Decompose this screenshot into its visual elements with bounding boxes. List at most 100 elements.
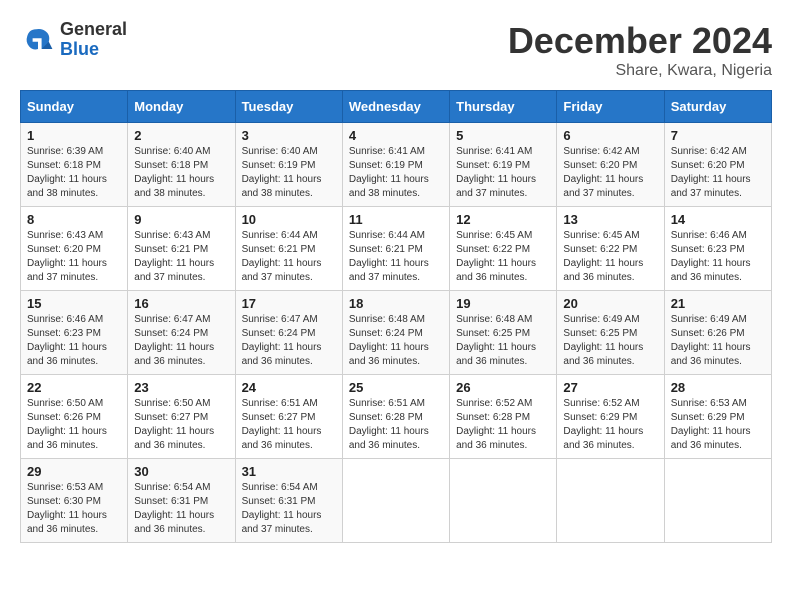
day-info: Sunrise: 6:50 AM Sunset: 6:27 PM Dayligh…: [134, 397, 228, 453]
calendar-day-cell: 27 Sunrise: 6:52 AM Sunset: 6:29 PM Dayli…: [557, 375, 664, 459]
day-number: 28: [671, 380, 765, 395]
day-number: 30: [134, 464, 228, 479]
day-number: 3: [242, 128, 336, 143]
day-info: Sunrise: 6:48 AM Sunset: 6:25 PM Dayligh…: [456, 313, 550, 369]
calendar-day-cell: 31Sunrise: 6:54 AM Sunset: 6:31 PM Dayli…: [235, 459, 342, 543]
calendar-day-cell: [664, 459, 771, 543]
day-number: 6: [563, 128, 657, 143]
calendar-week-row: 15 Sunrise: 6:46 AM Sunset: 6:23 PM Dayli…: [21, 291, 772, 375]
day-info: Sunrise: 6:49 AM Sunset: 6:25 PM Dayligh…: [563, 313, 657, 369]
day-number: 7: [671, 128, 765, 143]
calendar-week-row: 1Sunrise: 6:39 AM Sunset: 6:18 PM Daylig…: [21, 123, 772, 207]
day-number: 29: [27, 464, 121, 479]
calendar-day-cell: 7 Sunrise: 6:42 AM Sunset: 6:20 PM Daylig…: [664, 123, 771, 207]
logo-general-text: General: [60, 19, 127, 39]
calendar-day-cell: 8 Sunrise: 6:43 AM Sunset: 6:20 PM Daylig…: [21, 207, 128, 291]
day-number: 19: [456, 296, 550, 311]
day-info: Sunrise: 6:40 AM Sunset: 6:19 PM Dayligh…: [242, 145, 336, 201]
day-info: Sunrise: 6:43 AM Sunset: 6:21 PM Dayligh…: [134, 229, 228, 285]
day-of-week-header: Tuesday: [235, 91, 342, 123]
calendar-body: 1Sunrise: 6:39 AM Sunset: 6:18 PM Daylig…: [21, 123, 772, 543]
day-header-row: SundayMondayTuesdayWednesdayThursdayFrid…: [21, 91, 772, 123]
calendar-day-cell: 29Sunrise: 6:53 AM Sunset: 6:30 PM Dayli…: [21, 459, 128, 543]
day-info: Sunrise: 6:40 AM Sunset: 6:18 PM Dayligh…: [134, 145, 228, 201]
calendar-day-cell: 9 Sunrise: 6:43 AM Sunset: 6:21 PM Daylig…: [128, 207, 235, 291]
day-info: Sunrise: 6:46 AM Sunset: 6:23 PM Dayligh…: [27, 313, 121, 369]
subtitle: Share, Kwara, Nigeria: [508, 62, 772, 80]
day-number: 15: [27, 296, 121, 311]
calendar-week-row: 8 Sunrise: 6:43 AM Sunset: 6:20 PM Daylig…: [21, 207, 772, 291]
day-number: 27: [563, 380, 657, 395]
calendar-day-cell: 28 Sunrise: 6:53 AM Sunset: 6:29 PM Dayli…: [664, 375, 771, 459]
logo-icon: [20, 22, 56, 58]
day-info: Sunrise: 6:42 AM Sunset: 6:20 PM Dayligh…: [671, 145, 765, 201]
calendar-day-cell: 1Sunrise: 6:39 AM Sunset: 6:18 PM Daylig…: [21, 123, 128, 207]
day-number: 17: [242, 296, 336, 311]
day-info: Sunrise: 6:47 AM Sunset: 6:24 PM Dayligh…: [134, 313, 228, 369]
day-number: 26: [456, 380, 550, 395]
day-info: Sunrise: 6:41 AM Sunset: 6:19 PM Dayligh…: [456, 145, 550, 201]
calendar-day-cell: 12 Sunrise: 6:45 AM Sunset: 6:22 PM Dayli…: [450, 207, 557, 291]
day-info: Sunrise: 6:53 AM Sunset: 6:29 PM Dayligh…: [671, 397, 765, 453]
day-number: 16: [134, 296, 228, 311]
calendar-day-cell: 5 Sunrise: 6:41 AM Sunset: 6:19 PM Daylig…: [450, 123, 557, 207]
day-of-week-header: Monday: [128, 91, 235, 123]
day-number: 5: [456, 128, 550, 143]
calendar-day-cell: 20 Sunrise: 6:49 AM Sunset: 6:25 PM Dayli…: [557, 291, 664, 375]
day-of-week-header: Sunday: [21, 91, 128, 123]
day-number: 12: [456, 212, 550, 227]
day-number: 2: [134, 128, 228, 143]
calendar-week-row: 22Sunrise: 6:50 AM Sunset: 6:26 PM Dayli…: [21, 375, 772, 459]
day-info: Sunrise: 6:41 AM Sunset: 6:19 PM Dayligh…: [349, 145, 443, 201]
calendar-day-cell: 11 Sunrise: 6:44 AM Sunset: 6:21 PM Dayli…: [342, 207, 449, 291]
day-number: 4: [349, 128, 443, 143]
day-number: 25: [349, 380, 443, 395]
calendar-day-cell: 13Sunrise: 6:45 AM Sunset: 6:22 PM Dayli…: [557, 207, 664, 291]
day-info: Sunrise: 6:45 AM Sunset: 6:22 PM Dayligh…: [456, 229, 550, 285]
calendar-day-cell: 17 Sunrise: 6:47 AM Sunset: 6:24 PM Dayli…: [235, 291, 342, 375]
day-info: Sunrise: 6:52 AM Sunset: 6:29 PM Dayligh…: [563, 397, 657, 453]
day-number: 11: [349, 212, 443, 227]
page-header: General Blue December 2024 Share, Kwara,…: [20, 20, 772, 80]
logo-blue-text: Blue: [60, 39, 99, 59]
calendar-day-cell: 30 Sunrise: 6:54 AM Sunset: 6:31 PM Dayli…: [128, 459, 235, 543]
calendar-day-cell: 10Sunrise: 6:44 AM Sunset: 6:21 PM Dayli…: [235, 207, 342, 291]
day-info: Sunrise: 6:51 AM Sunset: 6:27 PM Dayligh…: [242, 397, 336, 453]
day-info: Sunrise: 6:47 AM Sunset: 6:24 PM Dayligh…: [242, 313, 336, 369]
day-number: 20: [563, 296, 657, 311]
calendar-day-cell: [342, 459, 449, 543]
calendar-day-cell: 25 Sunrise: 6:51 AM Sunset: 6:28 PM Dayli…: [342, 375, 449, 459]
day-info: Sunrise: 6:52 AM Sunset: 6:28 PM Dayligh…: [456, 397, 550, 453]
day-info: Sunrise: 6:43 AM Sunset: 6:20 PM Dayligh…: [27, 229, 121, 285]
day-info: Sunrise: 6:42 AM Sunset: 6:20 PM Dayligh…: [563, 145, 657, 201]
main-title: December 2024: [508, 20, 772, 62]
day-info: Sunrise: 6:54 AM Sunset: 6:31 PM Dayligh…: [134, 481, 228, 537]
day-number: 14: [671, 212, 765, 227]
calendar-day-cell: 15 Sunrise: 6:46 AM Sunset: 6:23 PM Dayli…: [21, 291, 128, 375]
day-of-week-header: Friday: [557, 91, 664, 123]
day-info: Sunrise: 6:39 AM Sunset: 6:18 PM Dayligh…: [27, 145, 121, 201]
calendar-day-cell: 23 Sunrise: 6:50 AM Sunset: 6:27 PM Dayli…: [128, 375, 235, 459]
calendar-table: SundayMondayTuesdayWednesdayThursdayFrid…: [20, 90, 772, 543]
day-info: Sunrise: 6:54 AM Sunset: 6:31 PM Dayligh…: [242, 481, 336, 537]
day-info: Sunrise: 6:49 AM Sunset: 6:26 PM Dayligh…: [671, 313, 765, 369]
calendar-day-cell: 4 Sunrise: 6:41 AM Sunset: 6:19 PM Daylig…: [342, 123, 449, 207]
day-number: 23: [134, 380, 228, 395]
day-info: Sunrise: 6:44 AM Sunset: 6:21 PM Dayligh…: [349, 229, 443, 285]
day-number: 9: [134, 212, 228, 227]
calendar-day-cell: 26 Sunrise: 6:52 AM Sunset: 6:28 PM Dayli…: [450, 375, 557, 459]
calendar-day-cell: 16 Sunrise: 6:47 AM Sunset: 6:24 PM Dayli…: [128, 291, 235, 375]
calendar-day-cell: 21Sunrise: 6:49 AM Sunset: 6:26 PM Dayli…: [664, 291, 771, 375]
calendar-week-row: 29Sunrise: 6:53 AM Sunset: 6:30 PM Dayli…: [21, 459, 772, 543]
day-number: 22: [27, 380, 121, 395]
calendar-day-cell: 3 Sunrise: 6:40 AM Sunset: 6:19 PM Daylig…: [235, 123, 342, 207]
day-number: 24: [242, 380, 336, 395]
day-number: 18: [349, 296, 443, 311]
calendar-day-cell: 18 Sunrise: 6:48 AM Sunset: 6:24 PM Dayli…: [342, 291, 449, 375]
day-info: Sunrise: 6:48 AM Sunset: 6:24 PM Dayligh…: [349, 313, 443, 369]
calendar-day-cell: 19 Sunrise: 6:48 AM Sunset: 6:25 PM Dayli…: [450, 291, 557, 375]
day-info: Sunrise: 6:51 AM Sunset: 6:28 PM Dayligh…: [349, 397, 443, 453]
day-number: 8: [27, 212, 121, 227]
calendar-day-cell: 22Sunrise: 6:50 AM Sunset: 6:26 PM Dayli…: [21, 375, 128, 459]
title-block: December 2024 Share, Kwara, Nigeria: [508, 20, 772, 80]
